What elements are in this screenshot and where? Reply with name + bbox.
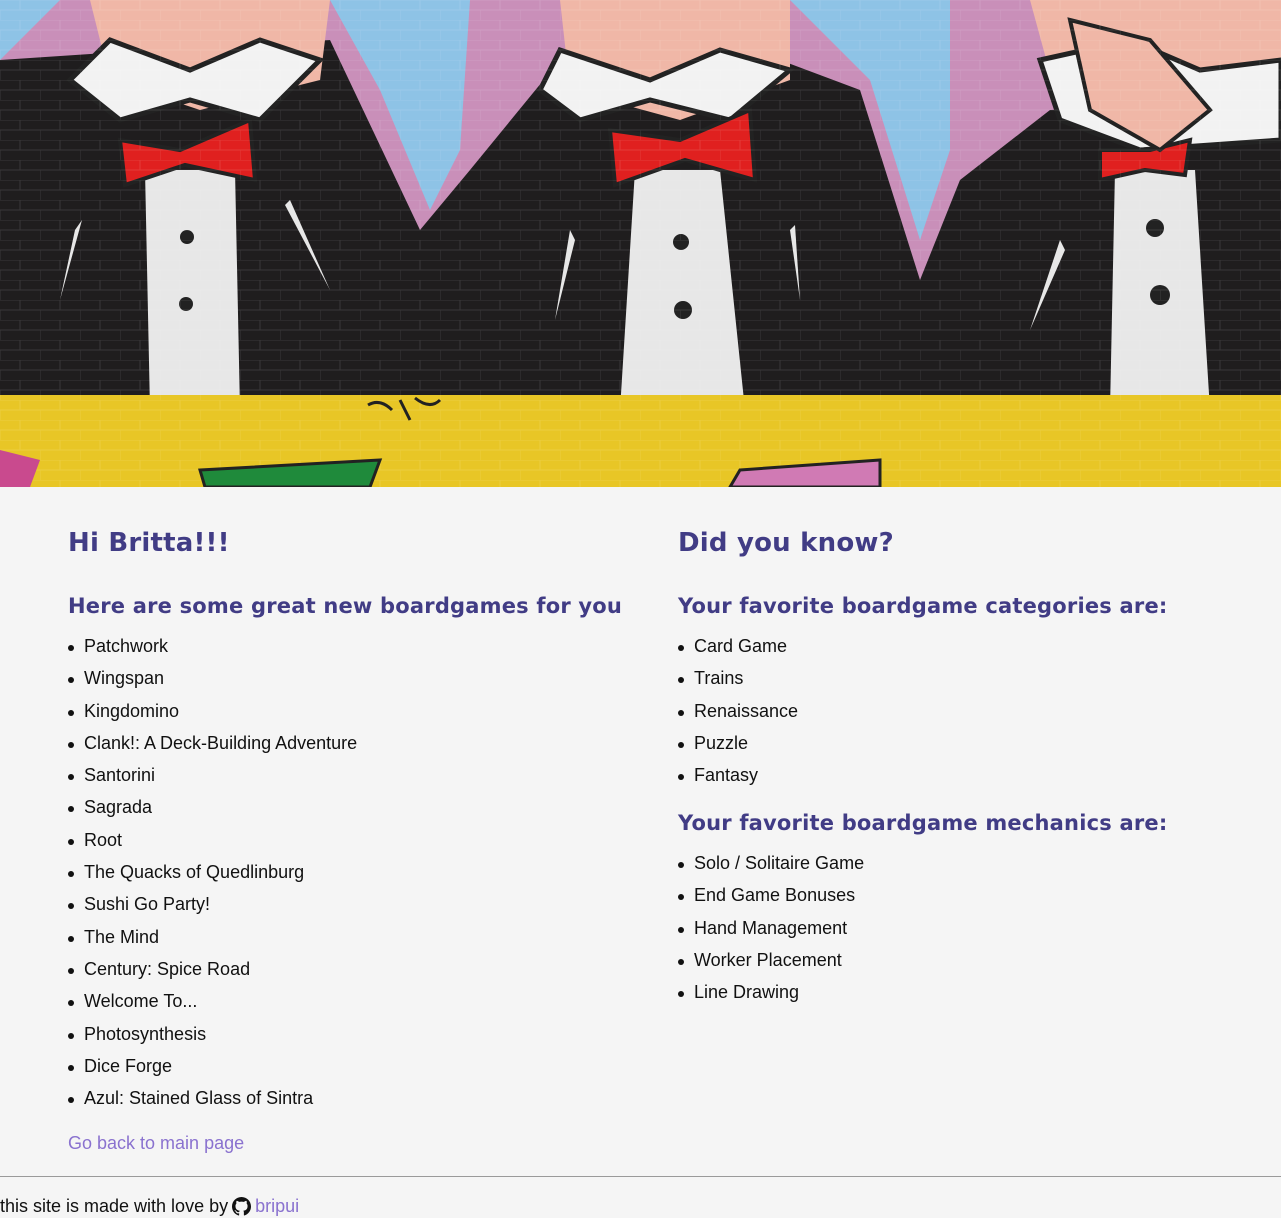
did-you-know-heading: Did you know? [678, 528, 894, 558]
github-icon [232, 1197, 252, 1216]
category-list-item: Renaissance [678, 701, 798, 733]
categories-heading: Your favorite boardgame categories are: [678, 594, 1168, 618]
mechanic-list-item: Solo / Solitaire Game [678, 853, 864, 885]
footer-divider [0, 1176, 1281, 1177]
hero-mural [0, 0, 1281, 487]
mechanics-list: Solo / Solitaire Game End Game Bonuses Han… [678, 853, 864, 1014]
game-list-item: Dice Forge [68, 1056, 357, 1088]
mechanic-list-item: Line Drawing [678, 982, 864, 1014]
mechanic-list-item: End Game Bonuses [678, 885, 864, 917]
category-list-item: Trains [678, 668, 798, 700]
recommendations-heading: Here are some great new boardgames for y… [68, 594, 623, 618]
category-list-item: Puzzle [678, 733, 798, 765]
games-list: Patchwork Wingspan Kingdomino Clank!: A Dec… [68, 636, 357, 1120]
category-list-item: Fantasy [678, 765, 798, 797]
greeting-heading: Hi Britta!!! [68, 528, 230, 558]
game-list-item: Welcome To... [68, 991, 357, 1023]
game-list-item: Kingdomino [68, 701, 357, 733]
mechanics-heading: Your favorite boardgame mechanics are: [678, 811, 1168, 835]
game-list-item: Clank!: A Deck-Building Adventure [68, 733, 357, 765]
categories-list: Card Game Trains Renaissance Puzzle Fantasy [678, 636, 798, 797]
mechanic-list-item: Hand Management [678, 918, 864, 950]
game-list-item: Sagrada [68, 797, 357, 829]
game-list-item: Photosynthesis [68, 1024, 357, 1056]
game-list-item: Wingspan [68, 668, 357, 700]
game-list-item: Sushi Go Party! [68, 894, 357, 926]
game-list-item: Century: Spice Road [68, 959, 357, 991]
game-list-item: Azul: Stained Glass of Sintra [68, 1088, 357, 1120]
game-list-item: The Mind [68, 927, 357, 959]
game-list-item: Root [68, 830, 357, 862]
author-link[interactable]: bripui [255, 1196, 299, 1217]
category-list-item: Card Game [678, 636, 798, 668]
game-list-item: Patchwork [68, 636, 357, 668]
hero-image [0, 0, 1281, 487]
back-to-main-link[interactable]: Go back to main page [68, 1133, 244, 1154]
game-list-item: Santorini [68, 765, 357, 797]
site-footer: this site is made with love by bripui [0, 1196, 299, 1217]
game-list-item: The Quacks of Quedlinburg [68, 862, 357, 894]
footer-text: this site is made with love by [0, 1196, 229, 1216]
mechanic-list-item: Worker Placement [678, 950, 864, 982]
